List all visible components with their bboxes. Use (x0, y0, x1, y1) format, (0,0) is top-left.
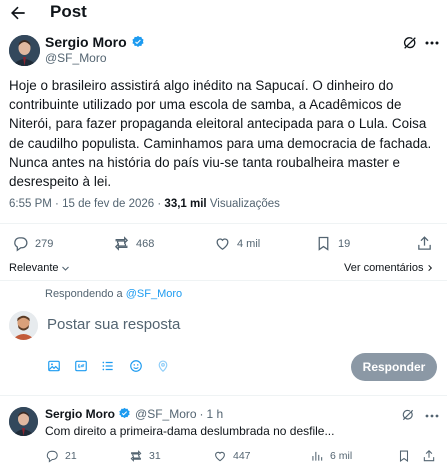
page-title: Post (50, 2, 87, 21)
reply-input[interactable]: Postar sua resposta (47, 316, 180, 334)
verified-badge-icon (118, 407, 132, 421)
reply-author-handle[interactable]: @SF_Moro (135, 407, 197, 421)
avatar[interactable] (9, 35, 40, 66)
back-arrow-icon[interactable] (8, 3, 28, 23)
current-user-avatar[interactable] (9, 311, 38, 340)
reply-bookmark-action[interactable] (397, 449, 411, 463)
post-meta: 6:55 PM · 15 de fev de 2026 · 33,1 mil V… (9, 197, 280, 211)
author-name[interactable]: Sergio Moro (45, 34, 145, 50)
share-icon[interactable] (416, 235, 433, 252)
reply-share-action[interactable] (422, 449, 436, 463)
post-time[interactable]: 6:55 PM (9, 198, 52, 210)
list-icon[interactable] (101, 359, 115, 373)
grok-icon[interactable] (402, 35, 418, 51)
views-count: 33,1 mil (164, 198, 207, 210)
reply-count: 279 (35, 237, 54, 250)
reply-icon[interactable] (12, 235, 29, 252)
image-icon[interactable] (47, 359, 61, 373)
like-icon[interactable] (214, 235, 231, 252)
author-handle[interactable]: @SF_Moro (45, 51, 107, 65)
like-icon[interactable] (213, 449, 227, 463)
grok-icon[interactable] (401, 408, 415, 422)
post-date[interactable]: 15 de fev de 2026 (62, 198, 154, 210)
reply-repost-count: 31 (149, 450, 161, 462)
sort-selector[interactable]: Relevante (9, 262, 70, 274)
reply-avatar[interactable] (9, 407, 38, 436)
more-icon[interactable] (424, 410, 440, 422)
top-bar: Post (0, 0, 447, 26)
more-icon[interactable] (424, 37, 440, 49)
views-label: Visualizações (209, 198, 280, 210)
repost-icon[interactable] (129, 449, 143, 463)
divider (0, 395, 447, 396)
reply-action[interactable]: 279 (12, 235, 53, 252)
replying-to: Respondendo a @SF_Moro (45, 288, 182, 300)
verified-badge-icon (131, 35, 145, 49)
emoji-icon[interactable] (129, 359, 143, 373)
reply-views-action[interactable]: 6 mil (310, 449, 352, 463)
views-icon[interactable] (310, 449, 324, 463)
meta-separator: · (157, 198, 162, 210)
share-action[interactable] (416, 235, 433, 252)
chevron-down-icon (61, 266, 69, 271)
sort-label[interactable]: Relevante (9, 262, 59, 274)
bookmark-icon[interactable] (315, 235, 332, 252)
reply-reply-action[interactable]: 21 (45, 449, 77, 463)
share-icon[interactable] (422, 449, 436, 463)
post-text: Hoje o brasileiro assistirá algo inédito… (9, 78, 432, 190)
reply-button[interactable]: Responder (351, 353, 437, 381)
repost-icon[interactable] (113, 235, 130, 252)
reply-like-count: 447 (233, 450, 251, 462)
location-icon (156, 359, 170, 373)
reply-like-action[interactable]: 447 (213, 449, 251, 463)
like-count: 4 mil (237, 237, 261, 250)
bookmark-icon[interactable] (397, 449, 411, 463)
view-replies-link[interactable]: Ver comentários (344, 262, 434, 274)
reply-separator: · (199, 407, 204, 421)
view-replies-label[interactable]: Ver comentários (344, 262, 423, 274)
repost-count: 468 (136, 237, 155, 250)
like-action[interactable]: 4 mil (214, 235, 260, 252)
bookmark-action[interactable]: 19 (315, 235, 350, 252)
reply-icon[interactable] (45, 449, 59, 463)
repost-action[interactable]: 468 (113, 235, 154, 252)
gif-icon[interactable] (74, 359, 88, 373)
reply-author-name[interactable]: Sergio Moro (45, 407, 115, 421)
divider (0, 280, 447, 281)
reply-text: Com direito a primeira-dama deslumbrada … (45, 424, 335, 438)
reply-time[interactable]: 1 h (207, 407, 224, 421)
author-name-text[interactable]: Sergio Moro (45, 34, 127, 50)
reply-author-row: Sergio Moro @SF_Moro · 1 h (45, 407, 223, 421)
reply-views-count: 6 mil (330, 450, 353, 462)
chevron-right-icon (428, 264, 433, 272)
replying-handle[interactable]: @SF_Moro (126, 288, 182, 300)
meta-separator: · (55, 198, 59, 210)
divider (0, 223, 447, 224)
reply-repost-action[interactable]: 31 (129, 449, 161, 463)
bookmark-count: 19 (338, 237, 351, 250)
reply-reply-count: 21 (65, 450, 77, 462)
replying-prefix: Respondendo a (45, 288, 123, 300)
